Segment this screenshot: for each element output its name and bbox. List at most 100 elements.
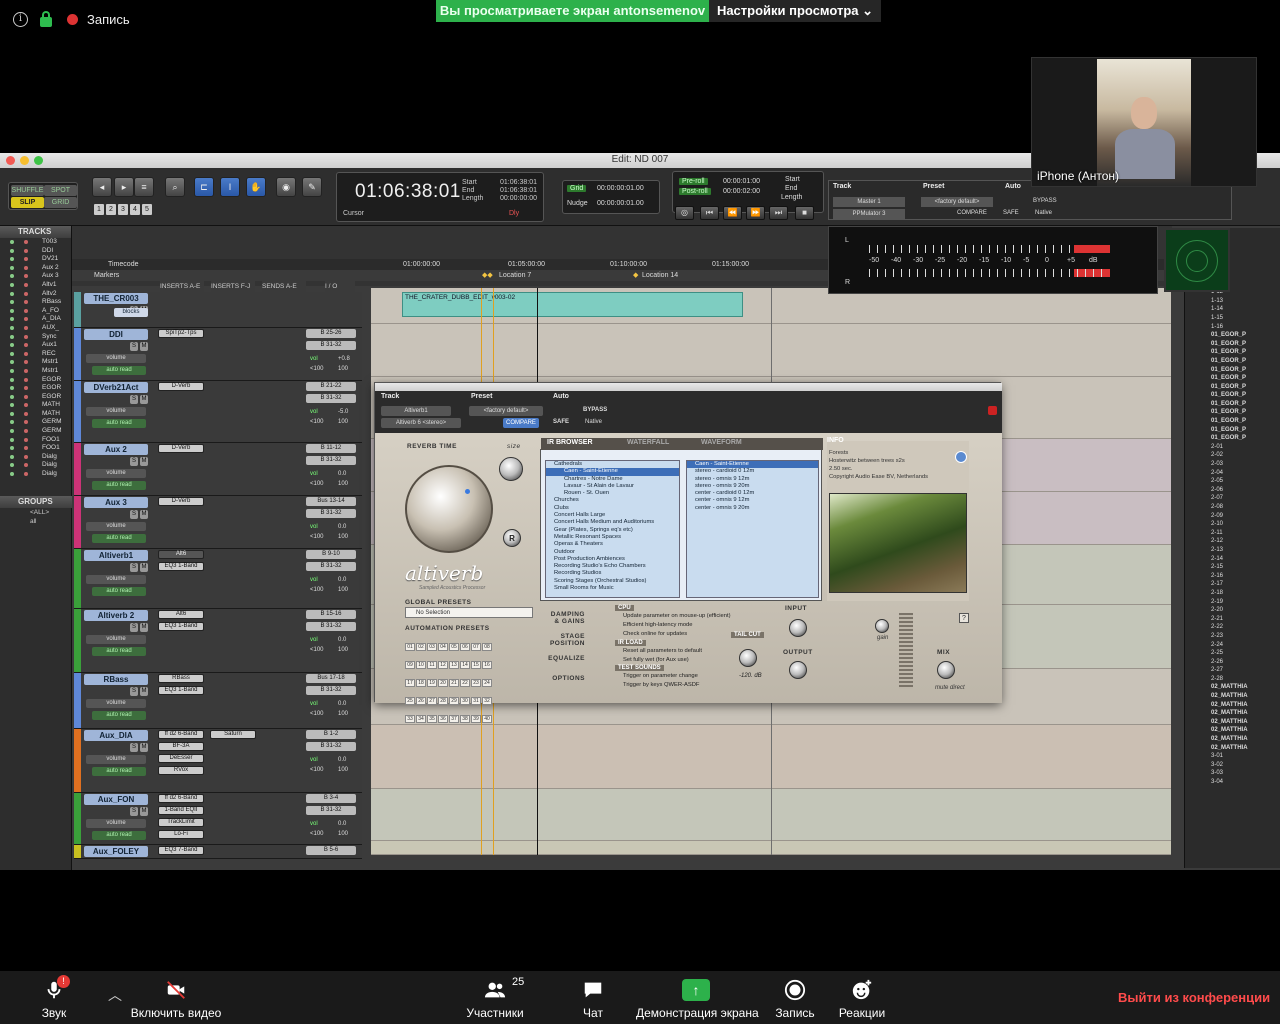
automation-preset-cell[interactable]: 06 — [460, 643, 470, 651]
clip-list-item[interactable]: 2-07 — [1185, 494, 1280, 503]
automation-preset-cell[interactable]: 12 — [438, 661, 448, 669]
automation-preset-cell[interactable]: 35 — [427, 715, 437, 723]
track-row[interactable]: Altiverb 2 S Mvolume auto read Alt6 EQ3 1-Ban… — [74, 609, 362, 673]
insert-slot[interactable]: D-Verb — [158, 444, 204, 453]
pan-left-value[interactable]: <100 — [310, 767, 324, 773]
insert-slot[interactable]: TrackLimit — [158, 818, 204, 827]
input-selector[interactable]: B 25-26 — [306, 329, 356, 338]
ir-category-item[interactable]: Metallic Resonant Spaces — [546, 534, 679, 541]
plugin-close-icon[interactable] — [988, 406, 997, 415]
main-counter[interactable]: 01:06:38:01 Start 01:06:38:01 End 01:06:… — [336, 172, 544, 222]
view-selector[interactable]: volume — [86, 522, 146, 531]
global-presets-select[interactable]: No Selection — [405, 607, 533, 618]
track-name[interactable]: Altiverb 2 — [84, 610, 148, 621]
view-options-button[interactable]: Настройки просмотра ⌄ — [709, 0, 881, 22]
automation-preset-cell[interactable]: 19 — [427, 679, 437, 687]
master-safe-button[interactable]: SAFE — [1003, 210, 1019, 216]
video-button[interactable]: Включить видео — [126, 971, 226, 1024]
track-name[interactable]: DDI — [84, 329, 148, 340]
automation-preset-cell[interactable]: 32 — [482, 697, 492, 705]
automation-preset-cell[interactable]: 03 — [427, 643, 437, 651]
selector-tool-icon[interactable]: I — [220, 177, 240, 197]
tracks-header[interactable]: TRACKS — [0, 226, 71, 238]
ir-category-item[interactable]: Recording Studio's Echo Chambers — [546, 563, 679, 570]
clip-list-item[interactable]: 02_MATTHIA — [1185, 692, 1280, 701]
output-selector[interactable]: B 31-32 — [306, 341, 356, 350]
automation-mode[interactable]: auto read — [92, 481, 146, 490]
vol-value[interactable]: +0.8 — [338, 356, 350, 362]
input-selector[interactable]: B 9-10 — [306, 550, 356, 559]
vol-value[interactable]: 0.0 — [338, 471, 346, 477]
tab-waveform[interactable]: WAVEFORM — [701, 439, 742, 446]
input-selector[interactable]: B 1-2 — [306, 730, 356, 739]
output-selector[interactable]: B 31-32 — [306, 622, 356, 631]
web-icon[interactable] — [955, 451, 967, 463]
plugin-bypass-button[interactable]: BYPASS — [583, 407, 607, 413]
clip-list-item[interactable]: 2-11 — [1185, 529, 1280, 538]
solo-button[interactable]: S — [130, 510, 138, 519]
option-checkbox[interactable]: Trigger on parameter change — [623, 673, 698, 679]
clip-list-item[interactable]: 2-12 — [1185, 537, 1280, 546]
ir-category-item[interactable]: Scoring Stages (Orchestral Studios) — [546, 578, 679, 585]
track-list-item[interactable]: Dialg — [0, 461, 71, 470]
grid-value[interactable]: 00:00:00:01.00 — [597, 185, 644, 192]
track-row[interactable]: THE_CR003SMblocks — [74, 292, 362, 328]
clip-list-item[interactable]: 02_MATTHIA — [1185, 735, 1280, 744]
option-checkbox[interactable]: Set fully wet (for Aux use) — [623, 657, 689, 663]
ir-file-item[interactable]: stereo - omnis 9 12m — [687, 476, 818, 483]
pan-right-value[interactable]: 100 — [338, 366, 348, 372]
automation-mode[interactable]: auto read — [92, 534, 146, 543]
automation-preset-cell[interactable]: 37 — [449, 715, 459, 723]
length-value[interactable]: 00:00:00:00 — [500, 195, 537, 202]
insert-slot[interactable]: RVox — [158, 766, 204, 775]
automation-mode[interactable]: auto read — [92, 419, 146, 428]
automation-preset-cell[interactable]: 38 — [460, 715, 470, 723]
view-selector[interactable]: volume — [86, 699, 146, 708]
solo-button[interactable]: S — [130, 743, 138, 752]
zoom-in-icon[interactable]: ▸ — [114, 177, 134, 197]
track-row[interactable]: Aux_FON S Mvolume auto read ff d2 6-Band 1-Ba… — [74, 793, 362, 845]
track-list-item[interactable]: FOO1 — [0, 436, 71, 445]
tab-ir-browser[interactable]: IR BROWSER — [547, 439, 593, 446]
input-selector[interactable]: Bus 13-14 — [306, 497, 356, 506]
mute-button[interactable]: M — [140, 687, 148, 696]
spot-mode-button[interactable]: SPOT — [44, 185, 77, 196]
pan-right-value[interactable]: 100 — [338, 647, 348, 653]
clip-list-item[interactable]: 2-05 — [1185, 477, 1280, 486]
clip-list-item[interactable]: 2-26 — [1185, 658, 1280, 667]
view-selector[interactable]: volume — [86, 635, 146, 644]
insert-slot[interactable]: EQ3 1-Band — [158, 686, 204, 695]
master-compare-button[interactable]: COMPARE — [957, 210, 987, 216]
track-list-item[interactable]: Dialg — [0, 453, 71, 462]
output-selector[interactable]: B 31-32 — [306, 562, 356, 571]
zoom-preset-3[interactable]: 3 — [118, 204, 128, 215]
ir-category-item[interactable]: Churches — [546, 497, 679, 504]
pan-right-value[interactable]: 100 — [338, 481, 348, 487]
ir-file-item[interactable]: center - omnis 9 20m — [687, 505, 818, 512]
insert-slot[interactable]: Alt6 — [158, 550, 204, 559]
track-row[interactable]: Aux_FOLEY EQ3 7-Band B 5-6 — [74, 845, 362, 859]
leave-meeting-button[interactable]: Выйти из конференции — [1118, 990, 1270, 1005]
ir-category-item[interactable]: Concert Halls Medium and Auditoriums — [546, 519, 679, 526]
master-insert-select[interactable]: PPMulator 3 — [833, 209, 905, 219]
insert-slot[interactable]: ff d2 6-Band — [158, 794, 204, 803]
insert-slot[interactable]: EQ3 7-Band — [158, 846, 204, 855]
plugin-safe-button[interactable]: SAFE — [553, 419, 569, 425]
participants-button[interactable]: 25 Участники — [462, 971, 528, 1024]
ir-category-item[interactable]: Clubs — [546, 505, 679, 512]
vol-value[interactable]: 0.0 — [338, 524, 346, 530]
help-icon[interactable]: ? — [959, 613, 969, 623]
sends-ae-header[interactable]: SENDS A-E — [262, 281, 306, 292]
view-selector[interactable]: volume — [86, 354, 146, 363]
ir-file-item[interactable]: stereo - omnis 9 20m — [687, 483, 818, 490]
plugin-titlebar[interactable] — [375, 383, 1002, 391]
fast-forward-icon[interactable]: ⏩ — [746, 206, 765, 220]
output-selector[interactable]: B 31-32 — [306, 509, 356, 518]
clip-list-item[interactable]: 2-21 — [1185, 615, 1280, 624]
track-name[interactable]: Aux 2 — [84, 444, 148, 455]
clip-list-item[interactable]: 2-13 — [1185, 546, 1280, 555]
master-bypass-button[interactable]: BYPASS — [1033, 198, 1057, 204]
input-selector[interactable]: B 21-22 — [306, 382, 356, 391]
clip-list-item[interactable]: 2-17 — [1185, 580, 1280, 589]
view-selector[interactable]: volume — [86, 819, 146, 828]
